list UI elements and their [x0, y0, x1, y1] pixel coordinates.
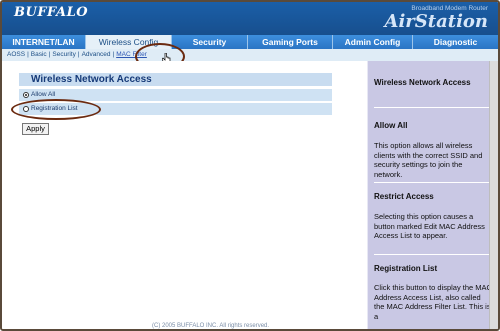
product-name: AirStation: [384, 11, 488, 32]
help-divider: [374, 107, 494, 108]
subnav-link-basic[interactable]: Basic: [31, 51, 47, 58]
subnav-link-aoss[interactable]: AOSS: [7, 51, 25, 58]
subnav-link-advanced[interactable]: Advanced: [82, 51, 111, 58]
tab-diagnostic[interactable]: Diagnostic: [413, 35, 498, 49]
help-divider: [374, 182, 494, 183]
tab-internet-lan[interactable]: INTERNET/LAN: [2, 35, 86, 49]
help-text-restrict-access: Selecting this option causes a button ma…: [374, 212, 485, 240]
subnav-link-security[interactable]: Security: [52, 51, 75, 58]
tab-security[interactable]: Security: [172, 35, 248, 49]
help-heading-restrict-access: Restrict Access: [374, 192, 434, 201]
section-title: Wireless Network Access: [19, 73, 332, 86]
header-bar: BUFFALO Broadband Modem Router AirStatio…: [2, 2, 498, 35]
help-text-allow-all: This option allows all wireless clients …: [374, 141, 483, 179]
tab-gaming-ports[interactable]: Gaming Ports: [248, 35, 333, 49]
tab-admin-config[interactable]: Admin Config: [333, 35, 413, 49]
annotation-highlight-registration-list: [11, 99, 101, 120]
router-admin-window: BUFFALO Broadband Modem Router AirStatio…: [0, 0, 500, 331]
apply-button[interactable]: Apply: [22, 123, 49, 135]
help-heading-allow-all: Allow All: [374, 121, 408, 130]
radio-allow-all[interactable]: [23, 92, 29, 98]
brand-logo: BUFFALO: [14, 5, 89, 20]
help-pane: Wireless Network Access Allow All This o…: [367, 61, 498, 329]
help-text-registration-list: Click this button to display the MAC Add…: [374, 283, 492, 321]
vertical-scrollbar[interactable]: [489, 61, 498, 329]
copyright-footer: (C) 2005 BUFFALO INC. All rights reserve…: [152, 323, 270, 329]
help-divider: [374, 254, 494, 255]
help-title: Wireless Network Access: [374, 78, 471, 87]
main-tabs: INTERNET/LAN Wireless Config Security Ga…: [2, 35, 498, 49]
sub-navigation: AOSS | Basic | Security | Advanced | MAC Filter: [2, 49, 498, 61]
main-content-pane: Wireless Network Access Allow All Regist…: [2, 61, 367, 329]
help-heading-registration-list: Registration List: [374, 264, 438, 273]
